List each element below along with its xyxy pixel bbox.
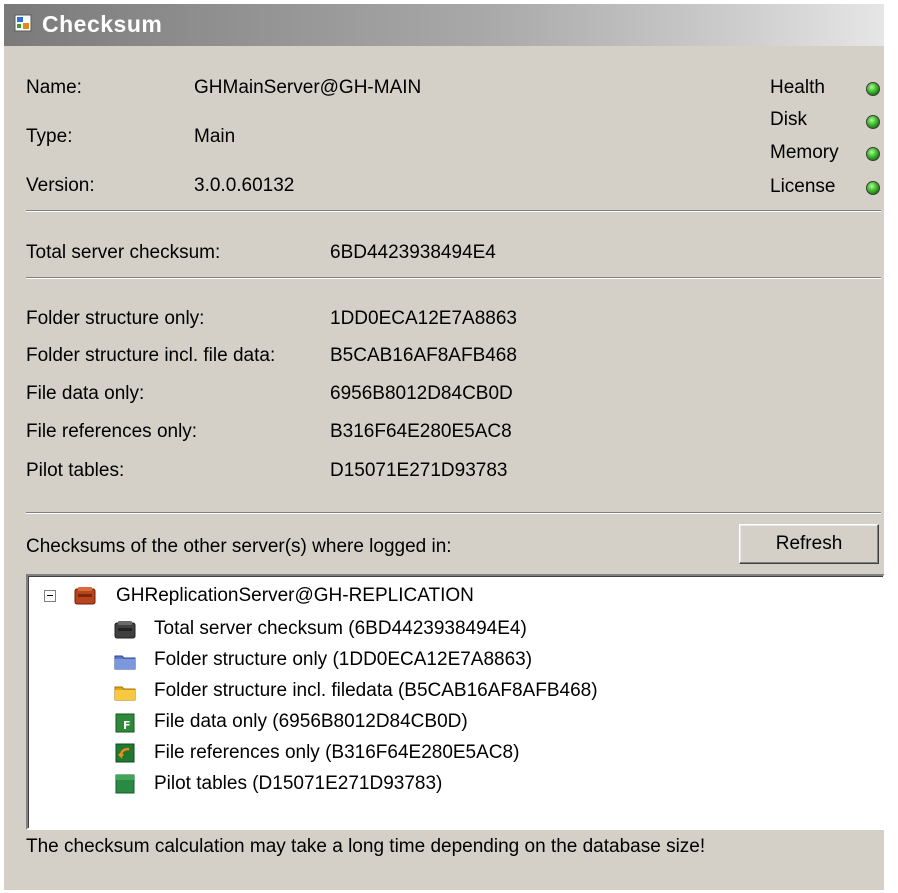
- version-value: 3.0.0.60132: [194, 175, 295, 196]
- tree-item-file-references[interactable]: File references only (B316F64E280E5AC8): [154, 742, 519, 764]
- tree-item-pilot-tables[interactable]: Pilot tables (D15071E271D93783): [154, 773, 442, 795]
- file-data-label: File data only:: [26, 383, 145, 404]
- other-servers-tree[interactable]: GHReplicationServer@GH-REPLICATION Total…: [26, 574, 884, 830]
- tree-item-folder-structure[interactable]: Folder structure only (1DD0ECA12E7A8863): [154, 649, 532, 671]
- file-data-value: 6956B8012D84CB0D: [330, 383, 513, 404]
- window-title: Checksum: [42, 11, 163, 37]
- license-status-icon: [866, 181, 880, 195]
- collapse-icon[interactable]: [44, 590, 56, 602]
- memory-label: Memory: [770, 142, 839, 163]
- separator: [26, 277, 881, 279]
- tree-item-total-checksum[interactable]: Total server checksum (6BD4423938494E4): [154, 618, 527, 640]
- type-label: Type:: [26, 126, 73, 147]
- pilot-tables-label: Pilot tables:: [26, 460, 125, 481]
- folder-filedata-value: B5CAB16AF8AFB468: [330, 345, 517, 366]
- folder-structure-icon: [114, 655, 136, 670]
- disk-status-icon: [866, 115, 880, 129]
- other-servers-label: Checksums of the other server(s) where l…: [26, 536, 452, 557]
- checksum-panel: Checksum Name: GHMainServer@GH-MAIN Type…: [4, 4, 884, 890]
- pilot-tables-icon: [115, 774, 135, 794]
- license-label: License: [770, 176, 836, 197]
- health-label: Health: [770, 77, 825, 98]
- file-references-value: B316F64E280E5AC8: [330, 421, 512, 442]
- folder-structure-value: 1DD0ECA12E7A8863: [330, 308, 517, 329]
- folder-structure-label: Folder structure only:: [26, 308, 205, 329]
- name-label: Name:: [26, 77, 82, 98]
- version-label: Version:: [26, 175, 95, 196]
- file-data-icon: F: [115, 713, 135, 733]
- refresh-button[interactable]: Refresh: [739, 524, 879, 564]
- svg-text:F: F: [123, 719, 131, 732]
- file-references-label: File references only:: [26, 421, 198, 442]
- memory-status-icon: [866, 147, 880, 161]
- health-status-icon: [866, 82, 880, 96]
- title-bar: Checksum: [4, 4, 884, 46]
- folder-filedata-icon: [114, 686, 136, 701]
- checksum-window-icon: [14, 14, 32, 32]
- folder-filedata-label: Folder structure incl. file data:: [26, 345, 276, 366]
- disk-label: Disk: [770, 109, 807, 130]
- file-references-icon: [115, 743, 135, 763]
- tree-item-file-data[interactable]: File data only (6956B8012D84CB0D): [154, 711, 468, 733]
- total-checksum-value: 6BD4423938494E4: [330, 242, 496, 263]
- footer-note: The checksum calculation may take a long…: [26, 836, 706, 857]
- name-value: GHMainServer@GH-MAIN: [194, 77, 422, 98]
- separator: [26, 210, 881, 212]
- server-checksum-icon: [114, 621, 136, 639]
- type-value: Main: [194, 126, 236, 147]
- total-checksum-label: Total server checksum:: [26, 242, 221, 263]
- server-icon[interactable]: [74, 586, 96, 606]
- pilot-tables-value: D15071E271D93783: [330, 460, 508, 481]
- tree-root-server[interactable]: GHReplicationServer@GH-REPLICATION: [116, 585, 474, 607]
- tree-item-folder-filedata[interactable]: Folder structure incl. filedata (B5CAB16…: [154, 680, 598, 702]
- separator: [26, 512, 881, 514]
